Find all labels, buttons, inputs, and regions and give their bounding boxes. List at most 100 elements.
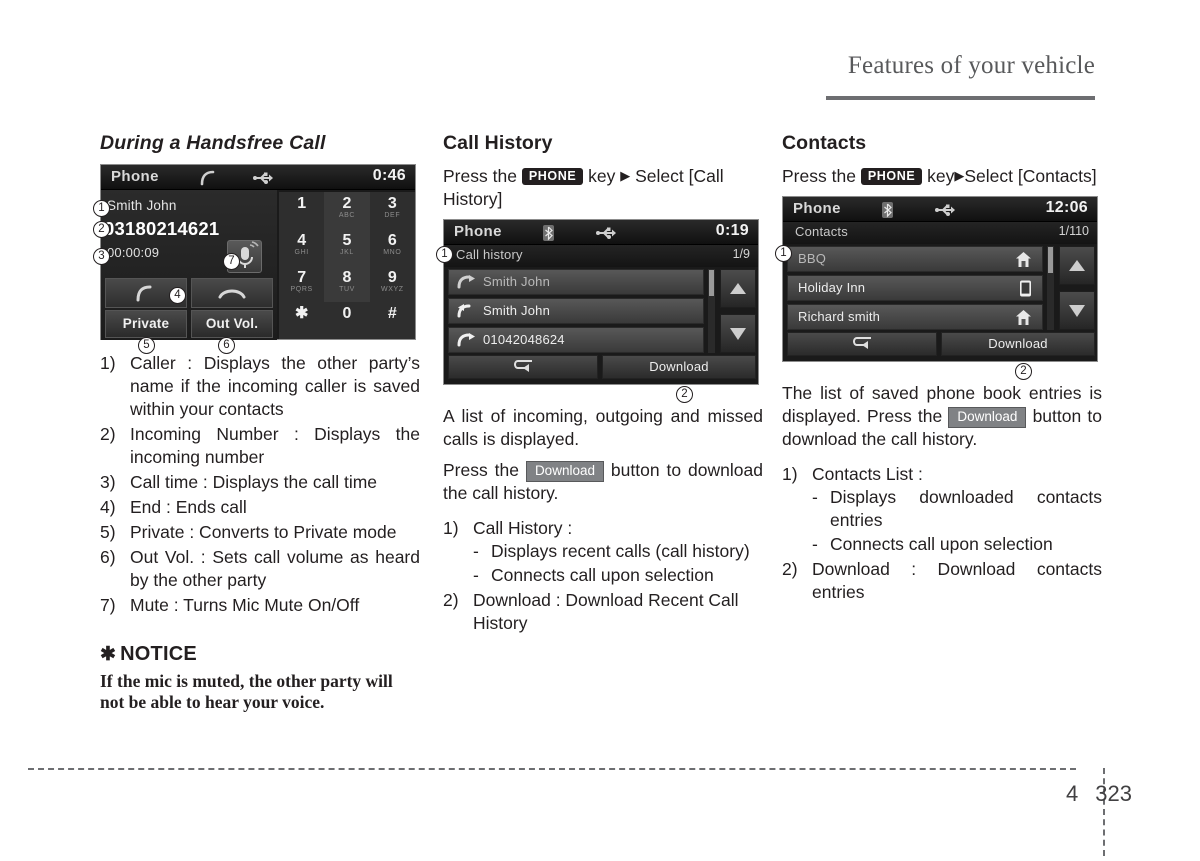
list-item: 2) Incoming Number : Displays the incomin… (100, 423, 420, 469)
statusbar-clock: 0:19 (715, 222, 749, 239)
sub-item-text: Displays recent calls (call history) (491, 541, 750, 561)
item-text: Download : Download contacts entries (812, 559, 1102, 602)
key-star[interactable]: ✱ (279, 302, 324, 339)
scrollbar-thumb[interactable] (709, 270, 714, 296)
call-action-row (105, 278, 273, 308)
callout-5: 5 (138, 337, 155, 354)
key-7[interactable]: 7 PQRS (279, 266, 324, 303)
sub-list-item: - Connects call upon selection (812, 533, 1102, 556)
key-digit: ✱ (294, 305, 309, 323)
subheader-count: 1/110 (1058, 224, 1089, 238)
list-item[interactable]: 01042048624 (448, 327, 704, 353)
key-letters: TUV (339, 285, 355, 293)
item-text: Download : Download Recent Call History (473, 590, 739, 633)
list-item: 2) Download : Download Recent Call Histor… (443, 589, 763, 635)
bluetooth-icon (542, 225, 555, 246)
key-6[interactable]: 6 MNO (370, 229, 415, 266)
key-digit: 1 (297, 195, 307, 212)
key-8[interactable]: 8 TUV (324, 265, 370, 303)
header-rule-light (100, 96, 826, 100)
key-letters: JKL (340, 248, 354, 256)
key-letters: PQRS (290, 285, 313, 293)
key-digit: 5 (342, 231, 352, 249)
key-digit: 4 (297, 231, 307, 249)
arrow-right-icon: ▶ (954, 168, 965, 183)
dial-keypad[interactable]: 1 2 ABC 3 DEF 4 GHI 5 JKL 6 MNO 7 PQRS 8 TUV 9W… (279, 192, 415, 339)
scroll-up-button[interactable] (1059, 246, 1095, 285)
download-badge[interactable]: Download (948, 407, 1027, 428)
key-5[interactable]: 5 JKL (324, 228, 370, 266)
scrollbar-thumb[interactable] (1048, 247, 1053, 273)
call-history-body-1: A list of incoming, outgoing and missed … (443, 406, 763, 449)
notice-block: ✱ NOTICE If the mic is muted, the other p… (100, 643, 420, 713)
download-button[interactable]: Download (941, 332, 1095, 356)
page-header: Features of your vehicle (100, 52, 1095, 100)
key-9[interactable]: 9 WXYZ (370, 266, 415, 303)
list-item-label: Richard smith (798, 309, 881, 324)
key-letters: MNO (383, 248, 402, 256)
item-text: Call time : Displays the call time (130, 472, 378, 492)
sub-item-text: Displays downloaded contacts entries (830, 487, 1102, 530)
sub-list: - Displays downloaded contacts entries -C… (812, 486, 1102, 556)
intro-mid: key (927, 166, 955, 186)
key-digit: # (387, 305, 397, 323)
call-info-panel: Smith John 03180214621 00:00:09 Private … (101, 190, 277, 340)
private-button[interactable]: Private (105, 310, 187, 338)
outgoing-call-icon (457, 333, 476, 352)
key-0[interactable]: 0 (324, 302, 369, 339)
device-statusbar: Phone 0:46 (101, 165, 415, 190)
key-hash[interactable]: # (370, 302, 415, 339)
statusbar-title: Phone (793, 200, 841, 217)
sub-list-item: - Displays downloaded contacts entries (812, 486, 1102, 532)
subheader-label: Call history (456, 247, 523, 262)
list-item-label: BBQ (798, 251, 827, 266)
mobile-icon (1019, 280, 1032, 300)
device-statusbar: Phone 12:06 (783, 197, 1097, 222)
list-item[interactable]: Holiday Inn (787, 275, 1043, 301)
list-item[interactable]: BBQ (787, 246, 1043, 272)
key-letters: DEF (384, 212, 401, 219)
page-number-value: 323 (1095, 781, 1132, 806)
list-item[interactable]: Smith John (448, 269, 704, 295)
call-history-item-list: 1) Call History : - Displays recent calls … (443, 517, 763, 635)
end-call-button[interactable] (191, 278, 273, 308)
out-volume-button[interactable]: Out Vol. (191, 310, 273, 338)
key-2[interactable]: 2 ABC (324, 192, 370, 229)
key-digit: 7 (297, 268, 307, 286)
intro-pre: Press the (782, 166, 856, 186)
key-3[interactable]: 3 DEF (370, 192, 415, 229)
key-digit: 3 (387, 195, 397, 212)
callout-1: 1 (775, 245, 792, 262)
scrollbar-track[interactable] (708, 269, 715, 353)
header-rule-dark (826, 96, 1095, 100)
list-bottom-bar: Download (787, 332, 1095, 356)
list-item[interactable]: Richard smith (787, 304, 1043, 330)
callout-6: 6 (218, 337, 235, 354)
scroll-down-button[interactable] (1059, 291, 1095, 330)
item-text: Out Vol. : Sets call volume as heard by … (130, 547, 420, 590)
item-text: Caller : Displays the other party’s name… (130, 353, 420, 419)
handset-icon (199, 170, 217, 191)
scroll-up-button[interactable] (720, 269, 756, 308)
sub-list: - Displays recent calls (call history) -C… (473, 540, 763, 587)
home-icon (1015, 309, 1032, 329)
screenshot-call-history: Phone 0:19 Call history 1/9 Smith John S… (436, 219, 759, 403)
list-item[interactable]: Smith John (448, 298, 704, 324)
scrollbar-track[interactable] (1047, 246, 1054, 330)
phone-key-badge[interactable]: PHONE (860, 168, 923, 185)
key-4[interactable]: 4 GHI (279, 229, 324, 266)
back-button[interactable] (448, 355, 598, 379)
download-button[interactable]: Download (602, 355, 756, 379)
list-item: 1) Contacts List : - Displays downloaded c… (782, 463, 1102, 556)
phone-key-badge[interactable]: PHONE (521, 168, 584, 185)
outgoing-call-icon (457, 275, 476, 294)
list-scroll-controls (1047, 246, 1095, 330)
key-1[interactable]: 1 (279, 192, 324, 229)
key-digit: 0 (342, 305, 352, 323)
scroll-down-button[interactable] (720, 314, 756, 353)
back-button[interactable] (787, 332, 937, 356)
download-badge[interactable]: Download (525, 461, 604, 482)
call-time: 00:00:09 (107, 245, 160, 260)
